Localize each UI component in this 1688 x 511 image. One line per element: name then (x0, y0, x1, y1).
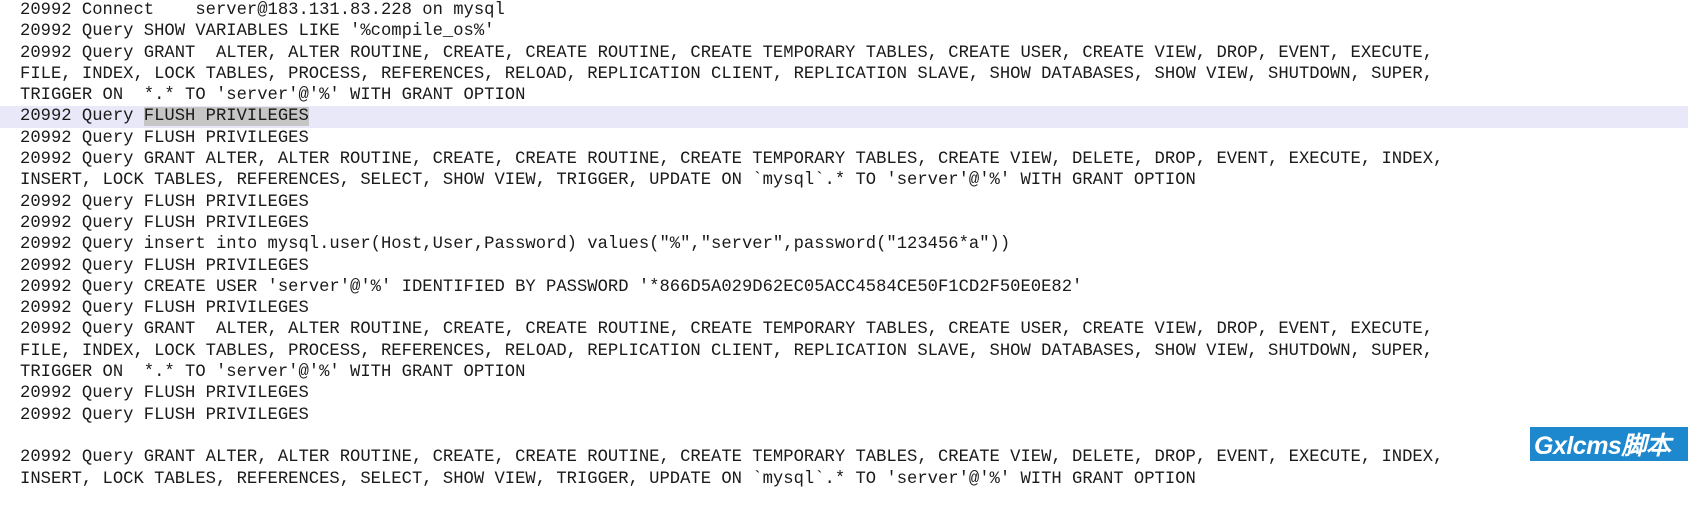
selected-text[interactable]: FLUSH PRIVILEGES (143, 107, 309, 127)
log-line-list[interactable]: 20992 Connect server@183.131.83.228 on m… (0, 0, 1688, 490)
log-line[interactable]: 20992 Query FLUSH PRIVILEGES (0, 128, 1688, 149)
log-line[interactable] (0, 426, 1688, 447)
log-line[interactable]: 20992 Query GRANT ALTER, ALTER ROUTINE, … (0, 43, 1688, 64)
log-line[interactable]: 20992 Query FLUSH PRIVILEGES (0, 405, 1688, 426)
log-line[interactable]: 20992 Query GRANT ALTER, ALTER ROUTINE, … (0, 319, 1688, 340)
log-line[interactable]: 20992 Query FLUSH PRIVILEGES (0, 256, 1688, 277)
mysql-query-log-viewer[interactable]: 20992 Connect server@183.131.83.228 on m… (0, 0, 1688, 511)
log-line-prefix: 20992 Query (20, 107, 144, 127)
log-line[interactable]: INSERT, LOCK TABLES, REFERENCES, SELECT,… (0, 170, 1688, 191)
log-line[interactable]: 20992 Query FLUSH PRIVILEGES (0, 213, 1688, 234)
log-line[interactable]: TRIGGER ON *.* TO 'server'@'%' WITH GRAN… (0, 362, 1688, 383)
log-line[interactable]: 20992 Query FLUSH PRIVILEGES (0, 192, 1688, 213)
log-line[interactable]: TRIGGER ON *.* TO 'server'@'%' WITH GRAN… (0, 85, 1688, 106)
watermark-label: Gxlcms脚本 (1534, 432, 1671, 460)
log-line[interactable]: FILE, INDEX, LOCK TABLES, PROCESS, REFER… (0, 64, 1688, 85)
log-line[interactable]: 20992 Query FLUSH PRIVILEGES (0, 106, 1688, 128)
log-line[interactable]: 20992 Query FLUSH PRIVILEGES (0, 298, 1688, 319)
log-line[interactable]: 20992 Query FLUSH PRIVILEGES (0, 383, 1688, 404)
log-line[interactable]: 20992 Connect server@183.131.83.228 on m… (0, 0, 1688, 21)
log-line[interactable]: 20992 Query insert into mysql.user(Host,… (0, 234, 1688, 255)
log-line[interactable]: 20992 Query CREATE USER 'server'@'%' IDE… (0, 277, 1688, 298)
log-line[interactable]: 20992 Query GRANT ALTER, ALTER ROUTINE, … (0, 447, 1688, 468)
log-line[interactable]: FILE, INDEX, LOCK TABLES, PROCESS, REFER… (0, 341, 1688, 362)
log-line[interactable]: INSERT, LOCK TABLES, REFERENCES, SELECT,… (0, 469, 1688, 490)
gxlcms-watermark-badge: Gxlcms脚本 (1530, 427, 1688, 461)
log-line[interactable]: 20992 Query SHOW VARIABLES LIKE '%compil… (0, 21, 1688, 42)
log-line[interactable]: 20992 Query GRANT ALTER, ALTER ROUTINE, … (0, 149, 1688, 170)
